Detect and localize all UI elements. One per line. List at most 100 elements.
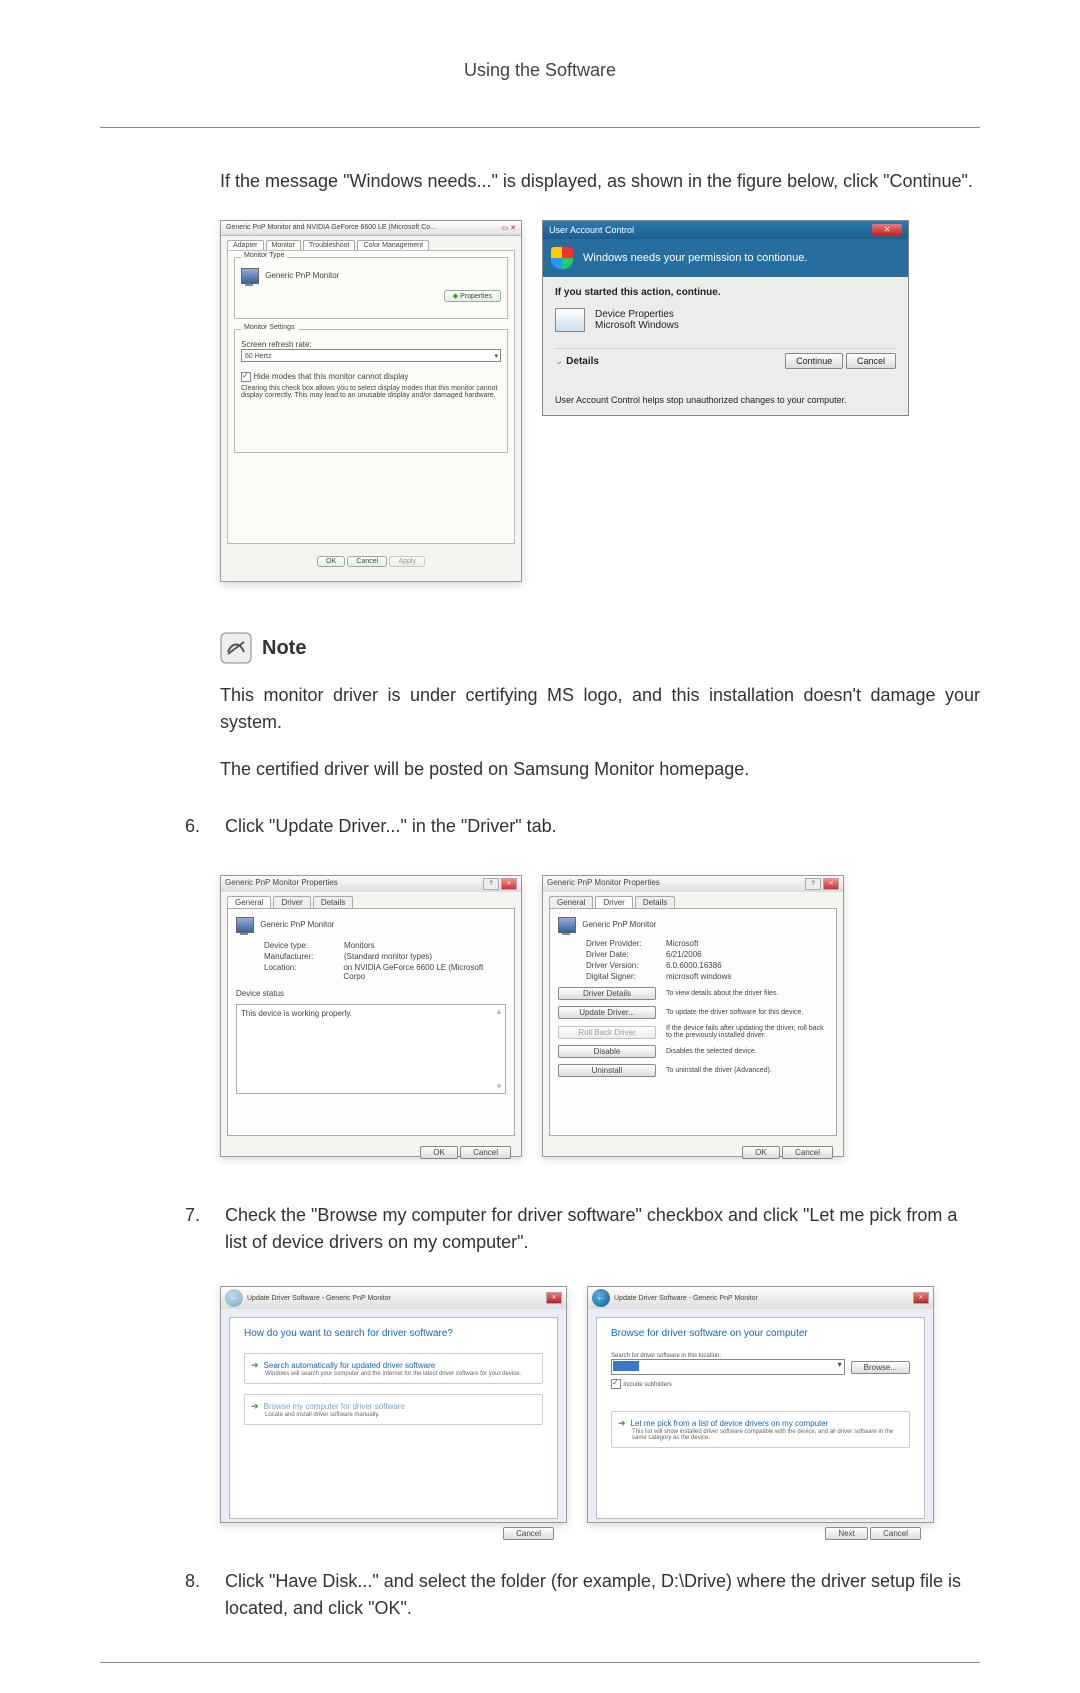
step-8: 8. Click "Have Disk..." and select the f… bbox=[185, 1568, 980, 1622]
close-icon[interactable]: ✕ bbox=[823, 878, 839, 890]
back-icon[interactable]: ← bbox=[592, 1289, 610, 1307]
tab-driver[interactable]: Driver bbox=[595, 896, 632, 908]
note-text-1: This monitor driver is under certifying … bbox=[220, 682, 980, 736]
tab-details[interactable]: Details bbox=[313, 896, 353, 908]
chevron-down-icon[interactable]: ⌄ bbox=[555, 356, 563, 367]
step-8-text: Click "Have Disk..." and select the fold… bbox=[225, 1568, 980, 1622]
option-2-sub: Locate and install driver software manua… bbox=[265, 1412, 536, 1418]
device-status-text: This device is working properly. bbox=[241, 1009, 352, 1018]
tab-adapter[interactable]: Adapter bbox=[227, 240, 264, 250]
option-browse-computer[interactable]: ➔Browse my computer for driver software … bbox=[244, 1394, 543, 1425]
arrow-icon: ➔ bbox=[251, 1401, 259, 1412]
location-combobox[interactable] bbox=[611, 1359, 845, 1375]
device-type-label: Device type: bbox=[264, 941, 344, 950]
uac-details-label[interactable]: Details bbox=[566, 356, 599, 367]
device-type-value: Monitors bbox=[344, 941, 375, 950]
wizard-question: How do you want to search for driver sof… bbox=[244, 1328, 543, 1339]
device-name: Generic PnP Monitor bbox=[260, 920, 334, 929]
tab-monitor[interactable]: Monitor bbox=[266, 240, 301, 250]
cancel-button[interactable]: Cancel bbox=[846, 353, 896, 369]
step-7: 7. Check the "Browse my computer for dri… bbox=[185, 1202, 980, 1256]
cancel-button[interactable]: Cancel bbox=[870, 1527, 921, 1540]
monitor-type-group: Monitor Type Generic PnP Monitor ◆ Prope… bbox=[234, 257, 508, 319]
uac-title: User Account Control bbox=[549, 225, 634, 235]
tab-general[interactable]: General bbox=[227, 896, 271, 908]
disable-button[interactable]: Disable bbox=[558, 1045, 656, 1058]
scroll-down-icon[interactable]: ▼ bbox=[495, 1082, 503, 1091]
cancel-button[interactable]: Cancel bbox=[347, 556, 387, 567]
note-heading: Note bbox=[220, 632, 980, 664]
dialog-title: Generic PnP Monitor and NVIDIA GeForce 6… bbox=[226, 224, 436, 232]
include-subfolders-label: Include subfolders bbox=[623, 1382, 672, 1388]
cancel-button[interactable]: Cancel bbox=[460, 1146, 511, 1159]
close-icon[interactable]: ✕ bbox=[546, 1292, 562, 1304]
screenshot-row-2: Generic PnP Monitor Properties ?✕ Genera… bbox=[220, 875, 980, 1157]
close-icon[interactable]: ✕ bbox=[501, 878, 517, 890]
tab-color-management[interactable]: Color Management bbox=[357, 240, 429, 250]
help-icon[interactable]: ? bbox=[483, 878, 499, 890]
properties-button[interactable]: ◆ Properties bbox=[444, 290, 501, 302]
refresh-rate-dropdown[interactable]: 60 Hertz bbox=[241, 349, 501, 362]
uac-titlebar: User Account Control ✕ bbox=[543, 221, 908, 239]
close-icon[interactable]: ✕ bbox=[872, 224, 902, 236]
close-icon[interactable]: ✕ bbox=[913, 1292, 929, 1304]
window-controls[interactable]: ▭ ✕ bbox=[502, 224, 516, 232]
ok-button[interactable]: OK bbox=[742, 1146, 780, 1159]
monitor-settings-dialog: Generic PnP Monitor and NVIDIA GeForce 6… bbox=[220, 220, 522, 582]
note-label: Note bbox=[262, 637, 306, 660]
uac-program-block: Device Properties Microsoft Windows bbox=[555, 308, 896, 332]
uac-headline-row: Windows needs your permission to contion… bbox=[543, 239, 908, 277]
step-6-text: Click "Update Driver..." in the "Driver"… bbox=[225, 813, 557, 840]
cancel-button[interactable]: Cancel bbox=[782, 1146, 833, 1159]
option-search-automatically[interactable]: ➔Search automatically for updated driver… bbox=[244, 1353, 543, 1384]
option-let-me-pick[interactable]: ➔Let me pick from a list of device drive… bbox=[611, 1411, 910, 1448]
digital-signer-value: microsoft windows bbox=[666, 972, 731, 981]
uninstall-button[interactable]: Uninstall bbox=[558, 1064, 656, 1077]
tab-driver[interactable]: Driver bbox=[273, 896, 310, 908]
arrow-icon: ➔ bbox=[618, 1418, 626, 1429]
shield-icon bbox=[551, 247, 573, 269]
refresh-rate-label: Screen refresh rate: bbox=[241, 340, 501, 349]
driver-details-desc: To view details about the driver files. bbox=[666, 990, 828, 997]
wizard-title: Update Driver Software - Generic PnP Mon… bbox=[247, 1295, 391, 1302]
continue-button[interactable]: Continue bbox=[785, 353, 843, 369]
location-value: on NVIDIA GeForce 6600 LE (Microsoft Cor… bbox=[343, 963, 506, 981]
hide-modes-description: Clearing this check box allows you to se… bbox=[241, 385, 501, 399]
device-name: Generic PnP Monitor bbox=[582, 920, 656, 929]
update-driver-wizard-2: ← Update Driver Software - Generic PnP M… bbox=[587, 1286, 934, 1523]
step-6-number: 6. bbox=[185, 813, 207, 840]
step-7-text: Check the "Browse my computer for driver… bbox=[225, 1202, 980, 1256]
browse-button[interactable]: Browse... bbox=[851, 1361, 910, 1374]
driver-provider-value: Microsoft bbox=[666, 939, 698, 948]
roll-back-desc: If the device fails after updating the d… bbox=[666, 1025, 828, 1039]
step-6: 6. Click "Update Driver..." in the "Driv… bbox=[185, 813, 980, 840]
apply-button[interactable]: Apply bbox=[389, 556, 425, 567]
ok-button[interactable]: OK bbox=[420, 1146, 458, 1159]
update-driver-desc: To update the driver software for this d… bbox=[666, 1009, 828, 1016]
ok-button[interactable]: OK bbox=[317, 556, 345, 567]
tab-details[interactable]: Details bbox=[635, 896, 675, 908]
include-subfolders-checkbox[interactable] bbox=[611, 1379, 621, 1389]
cancel-button[interactable]: Cancel bbox=[503, 1527, 554, 1540]
update-driver-button[interactable]: Update Driver... bbox=[558, 1006, 656, 1019]
hide-modes-checkbox[interactable] bbox=[241, 372, 251, 382]
tab-troubleshoot[interactable]: Troubleshoot bbox=[303, 240, 356, 250]
help-icon[interactable]: ? bbox=[805, 878, 821, 890]
uac-dialog: User Account Control ✕ Windows needs you… bbox=[542, 220, 909, 416]
pnp-dialog-driver: Generic PnP Monitor Properties ?✕ Genera… bbox=[542, 875, 844, 1157]
uac-started-text: If you started this action, continue. bbox=[555, 287, 896, 298]
let-me-pick-sub: This list will show installed driver sof… bbox=[632, 1429, 903, 1441]
dialog-tabs: Adapter Monitor Troubleshoot Color Manag… bbox=[221, 236, 521, 250]
driver-details-button[interactable]: Driver Details bbox=[558, 987, 656, 1000]
screenshot-row-1: Generic PnP Monitor and NVIDIA GeForce 6… bbox=[220, 220, 980, 582]
arrow-icon: ➔ bbox=[251, 1360, 259, 1371]
back-icon[interactable]: ← bbox=[225, 1289, 243, 1307]
disable-desc: Disables the selected device. bbox=[666, 1048, 828, 1055]
next-button[interactable]: Next bbox=[825, 1527, 867, 1540]
scroll-up-icon[interactable]: ▲ bbox=[495, 1007, 503, 1016]
tab-general[interactable]: General bbox=[549, 896, 593, 908]
roll-back-button[interactable]: Roll Back Driver bbox=[558, 1026, 656, 1039]
wizard-header: Browse for driver software on your compu… bbox=[611, 1328, 910, 1339]
driver-version-value: 6.0.6000.16386 bbox=[666, 961, 722, 970]
manufacturer-value: (Standard monitor types) bbox=[344, 952, 432, 961]
